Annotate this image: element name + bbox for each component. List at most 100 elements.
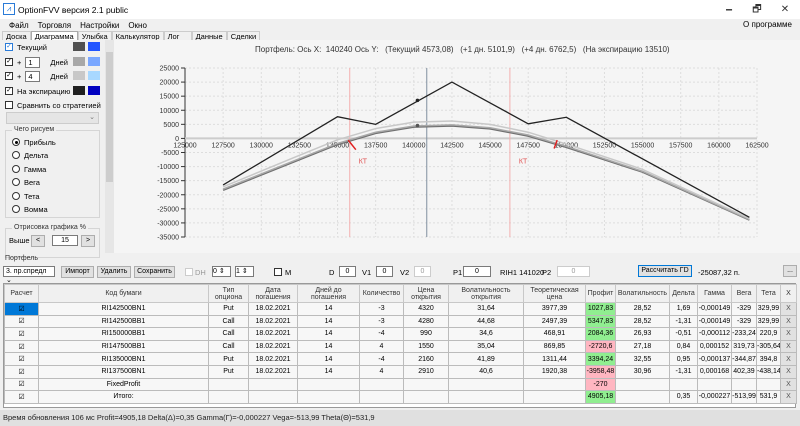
day1-color-swatch[interactable] [73,57,85,66]
remove-row-button[interactable]: X [780,339,797,354]
table-row[interactable]: ☑ RI137500BN1 Put 18.02.2021 14 4 2910 40,6 1920… [4,364,797,379]
strategy-compare-dropdown[interactable]: ⌄ [6,112,99,124]
column-header[interactable]: Профит [585,284,616,303]
current-checkbox[interactable]: ✓ [5,43,13,51]
dh-stepper-2[interactable]: 1 ⇕ [235,266,254,277]
cell-vol: 32,55 [615,352,670,366]
menu-window[interactable]: Окно [128,21,147,30]
day2-color-swatch[interactable] [73,71,85,80]
remove-row-button[interactable]: X [780,314,797,329]
column-header[interactable]: Цена открытия [403,284,449,303]
calc-checkbox[interactable]: ☑ [4,364,39,379]
radio-vega[interactable] [12,178,20,186]
day2-alt-color-swatch[interactable] [88,71,100,80]
day1-alt-color-swatch[interactable] [88,57,100,66]
day1-input[interactable]: 1 [25,56,41,68]
tab-smile[interactable]: Улыбка [77,31,112,41]
p1-input[interactable]: 0 [463,266,491,277]
dh-checkbox[interactable] [185,268,193,276]
column-header[interactable]: Код бумаги [38,284,209,303]
column-header[interactable]: Волатильность [615,284,670,303]
menu-about[interactable]: О программе [743,20,792,29]
column-header[interactable]: Дней до погашения [297,284,360,303]
column-header[interactable]: Вега [731,284,757,303]
table-row[interactable]: ☑ RI147500BB1 Call 18.02.2021 14 4 1550 35,04 86… [4,339,797,354]
tab-board[interactable]: Доска [2,31,31,41]
menu-trading[interactable]: Торговля [38,21,71,30]
tab-diagram[interactable]: Диаграмма [30,31,78,41]
calc-checkbox[interactable]: ☑ [4,352,39,366]
tab-data[interactable]: Данные [191,31,227,41]
p2-input[interactable]: 0 [557,266,590,277]
scrollbar-thumb[interactable] [106,52,113,182]
tab-log[interactable]: Лог [163,31,192,41]
delete-button[interactable]: Удалить [97,266,131,278]
tab-deals[interactable]: Сделки [226,31,261,41]
x-tick-label: 142500 [440,142,463,149]
table-row[interactable]: ☑ FixedProfit -270 X [4,377,797,392]
calc-checkbox[interactable]: ☑ [4,377,39,392]
expiry-color-swatch[interactable] [73,86,85,95]
import-button[interactable]: Импорт [61,266,94,278]
radio-gamma[interactable] [12,165,20,173]
more-button[interactable]: ... [783,265,797,277]
above-decrease-button[interactable]: < [31,235,45,247]
radio-theta[interactable] [12,192,20,200]
column-header[interactable]: Расчет [4,284,39,303]
column-header[interactable]: X [780,284,797,303]
expiry-checkbox[interactable]: ✓ [5,87,13,95]
remove-row-button[interactable]: X [780,377,797,392]
expiry-alt-color-swatch[interactable] [88,86,100,95]
column-header[interactable]: Тип опциона [208,284,249,303]
strategy-select[interactable]: 3. пр.спредл ⌄ [3,266,55,284]
payoff-chart[interactable]: 1250001275001300001325001350001375001400… [114,40,800,253]
column-header[interactable]: Теоретическая цена [523,284,586,303]
calc-checkbox[interactable]: ☑ [4,390,39,404]
column-header[interactable]: Количество [359,284,404,303]
calc-checkbox[interactable]: ☑ [4,339,39,354]
day1-checkbox[interactable]: ✓ [5,58,13,66]
menu-settings[interactable]: Настройки [80,21,119,30]
radio-delta[interactable] [12,151,20,159]
calc-checkbox[interactable]: ☑ [4,302,39,316]
v1-input[interactable]: 0 [376,266,393,277]
table-row[interactable]: ☑ RI142500BN1 Put 18.02.2021 14 -3 4320 31,64 39… [4,302,797,316]
above-input[interactable]: 15 [52,235,78,246]
radio-profit[interactable] [12,138,20,146]
v2-input[interactable]: 0 [414,266,431,277]
remove-row-button[interactable]: X [780,390,797,404]
column-header[interactable]: Волатильность открытия [448,284,524,303]
save-button[interactable]: Сохранить [134,266,175,278]
minimize-button[interactable]: 🗕 [718,0,740,19]
remove-row-button[interactable]: X [780,364,797,379]
day2-checkbox[interactable]: ✓ [5,72,13,80]
column-header[interactable]: Гамма [697,284,732,303]
column-header[interactable]: Тета [756,284,781,303]
table-row[interactable]: ☑ Итого: 4905,18 0,35 -0,000227 -513,99 531,9 X [4,390,797,404]
current-alt-color-swatch[interactable] [88,42,100,51]
table-row[interactable]: ☑ RI142500BB1 Call 18.02.2021 14 -3 4280 44,68 2… [4,314,797,329]
column-header[interactable]: Дельта [669,284,698,303]
above-increase-button[interactable]: > [81,235,95,247]
remove-row-button[interactable]: X [780,302,797,316]
tab-calculator[interactable]: Калькулятор [111,31,164,41]
restore-button[interactable]: 🗗 [746,0,768,19]
column-header[interactable]: Дата погашения [248,284,298,303]
menu-file[interactable]: Файл [9,21,29,30]
day2-input[interactable]: 4 [25,70,41,82]
dh-stepper-1[interactable]: 0 ⇕ [212,266,231,277]
current-color-swatch[interactable] [73,42,85,51]
remove-row-button[interactable]: X [780,352,797,366]
d-input[interactable]: 0 [339,266,356,277]
calculate-gd-button[interactable]: Рассчитать ГD [638,265,692,277]
remove-row-button[interactable]: X [780,327,797,341]
payoff-chart-area[interactable]: 1250001275001300001325001350001375001400… [114,40,800,253]
radio-vomma[interactable] [12,205,20,213]
table-row[interactable]: ☑ RI150000BB1 Call 18.02.2021 14 -4 990 34,6 468… [4,327,797,341]
compare-checkbox[interactable] [5,101,13,109]
calc-checkbox[interactable]: ☑ [4,327,39,341]
table-row[interactable]: ☑ RI135000BN1 Put 18.02.2021 14 -4 2160 41,89 13… [4,352,797,366]
close-button[interactable]: ✕ [774,0,796,19]
m-checkbox[interactable] [274,268,282,276]
calc-checkbox[interactable]: ☑ [4,314,39,329]
